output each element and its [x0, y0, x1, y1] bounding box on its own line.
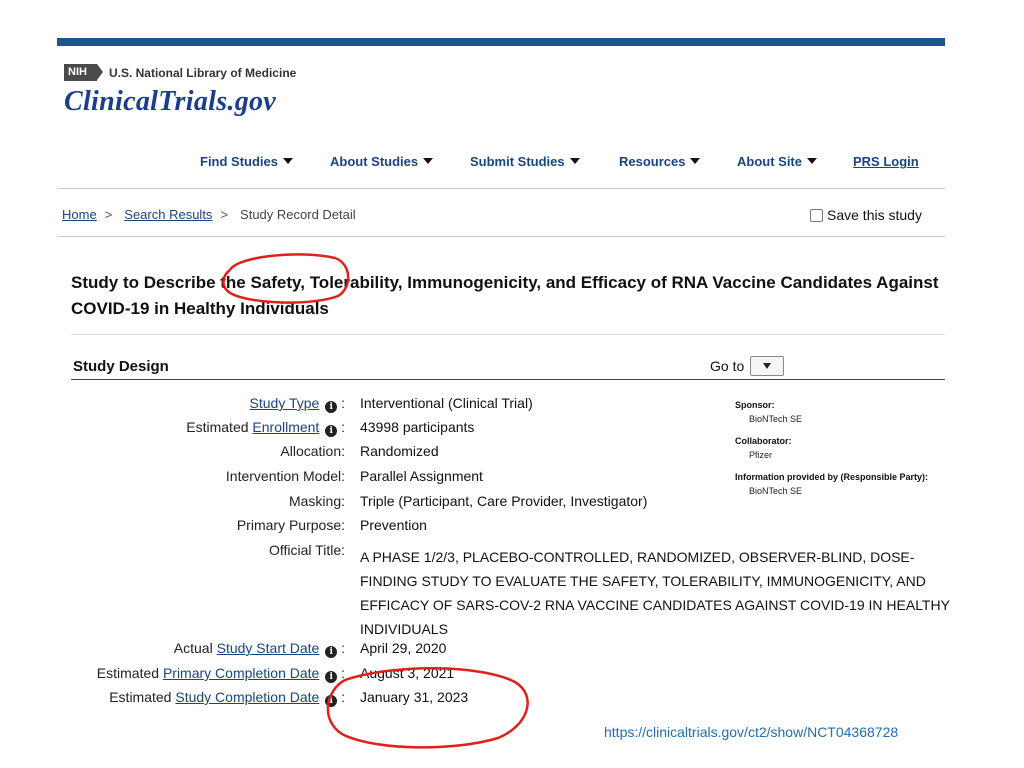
- caret-down-icon: [690, 158, 701, 164]
- library-name: U.S. National Library of Medicine: [108, 65, 297, 80]
- caret-down-icon: [569, 158, 580, 164]
- row-start-date: Actual Study Start Date i : April 29, 20…: [173, 640, 447, 658]
- caret-down-icon: [283, 158, 293, 164]
- start-date-link[interactable]: Study Start Date: [217, 640, 320, 656]
- allocation-label: Allocation:: [280, 443, 345, 459]
- nav-prs-login[interactable]: PRS Login: [853, 154, 919, 169]
- study-type-value: Interventional (Clinical Trial): [360, 395, 533, 411]
- nih-header: NIH U.S. National Library of Medicine: [64, 64, 296, 81]
- breadcrumb-separator: >: [220, 207, 229, 222]
- goto-label: Go to: [710, 358, 745, 374]
- start-date-value: April 29, 2020: [360, 640, 447, 656]
- site-logo[interactable]: ClinicalTrials.gov: [64, 86, 276, 118]
- save-study-toggle[interactable]: Save this study: [810, 207, 922, 223]
- nav-resources[interactable]: Resources: [619, 154, 701, 169]
- breadcrumb-home[interactable]: Home: [62, 207, 97, 222]
- collaborator-value: Pfizer: [749, 450, 773, 460]
- divider: [57, 188, 945, 189]
- info-circle-icon[interactable]: i: [325, 695, 338, 707]
- collaborator-label: Collaborator:: [735, 436, 792, 446]
- nav-find-studies[interactable]: Find Studies: [200, 154, 293, 169]
- goto-control: Go to: [710, 356, 785, 376]
- top-accent-bar: [57, 38, 945, 46]
- info-circle-icon[interactable]: i: [325, 425, 338, 437]
- purpose-label: Primary Purpose:: [236, 517, 345, 533]
- divider: [71, 334, 945, 335]
- official-title-value: A PHASE 1/2/3, PLACEBO-CONTROLLED, RANDO…: [360, 549, 950, 637]
- study-type-link[interactable]: Study Type: [250, 395, 320, 411]
- section-rule: [71, 379, 945, 380]
- purpose-value: Prevention: [360, 517, 427, 533]
- model-label: Intervention Model:: [225, 468, 345, 484]
- source-url: https://clinicaltrials.gov/ct2/show/NCT0…: [604, 724, 899, 740]
- study-completion-value: January 31, 2023: [360, 689, 469, 705]
- row-primary-completion: Estimated Primary Completion Date i : Au…: [96, 665, 455, 683]
- masking-label: Masking:: [288, 493, 345, 509]
- info-circle-icon[interactable]: i: [325, 401, 338, 413]
- breadcrumb-search-results[interactable]: Search Results: [124, 207, 212, 222]
- primary-completion-link[interactable]: Primary Completion Date: [163, 665, 319, 681]
- breadcrumb-separator: >: [104, 207, 113, 222]
- enrollment-link[interactable]: Enrollment: [252, 419, 319, 435]
- goto-dropdown[interactable]: [750, 356, 785, 376]
- main-nav: Find Studies About Studies Submit Studie…: [0, 154, 1024, 174]
- official-title-label: Official Title:: [269, 542, 345, 558]
- row-masking: Masking: Triple (Participant, Care Provi…: [0, 493, 960, 515]
- study-completion-link[interactable]: Study Completion Date: [175, 689, 319, 705]
- save-study-checkbox[interactable]: [810, 208, 823, 222]
- section-heading: Study Design: [73, 358, 169, 375]
- allocation-value: Randomized: [360, 443, 439, 459]
- enrollment-value: 43998 participants: [360, 419, 475, 435]
- row-study-completion: Estimated Study Completion Date i : Janu…: [109, 689, 469, 707]
- breadcrumb: Home > Search Results > Study Record Det…: [62, 207, 356, 222]
- caret-down-icon: [807, 158, 817, 164]
- nav-about-studies[interactable]: About Studies: [330, 154, 434, 169]
- caret-down-icon: [763, 363, 772, 369]
- sponsor-value: BioNTech SE: [749, 414, 803, 424]
- sponsor-label: Sponsor:: [735, 400, 775, 410]
- save-study-label: Save this study: [827, 207, 922, 223]
- breadcrumb-current: Study Record Detail: [240, 207, 356, 222]
- nav-submit-studies[interactable]: Submit Studies: [470, 154, 580, 169]
- sponsor-panel: Sponsor: BioNTech SE Collaborator: Pfize…: [735, 400, 928, 496]
- info-circle-icon[interactable]: i: [325, 671, 338, 683]
- info-circle-icon[interactable]: i: [325, 646, 338, 658]
- responsible-party-value: BioNTech SE: [749, 486, 803, 496]
- masking-value: Triple (Participant, Care Provider, Inve…: [360, 493, 648, 509]
- primary-completion-value: August 3, 2021: [360, 665, 455, 681]
- row-primary-purpose: Primary Purpose: Prevention: [0, 517, 960, 539]
- nih-logo: NIH: [64, 64, 103, 81]
- model-value: Parallel Assignment: [360, 468, 483, 484]
- divider: [57, 236, 945, 237]
- caret-down-icon: [423, 158, 434, 164]
- nav-about-site[interactable]: About Site: [737, 154, 817, 169]
- study-title: Study to Describe the Safety, Tolerabili…: [71, 273, 939, 318]
- responsible-party-label: Information provided by (Responsible Par…: [735, 472, 929, 482]
